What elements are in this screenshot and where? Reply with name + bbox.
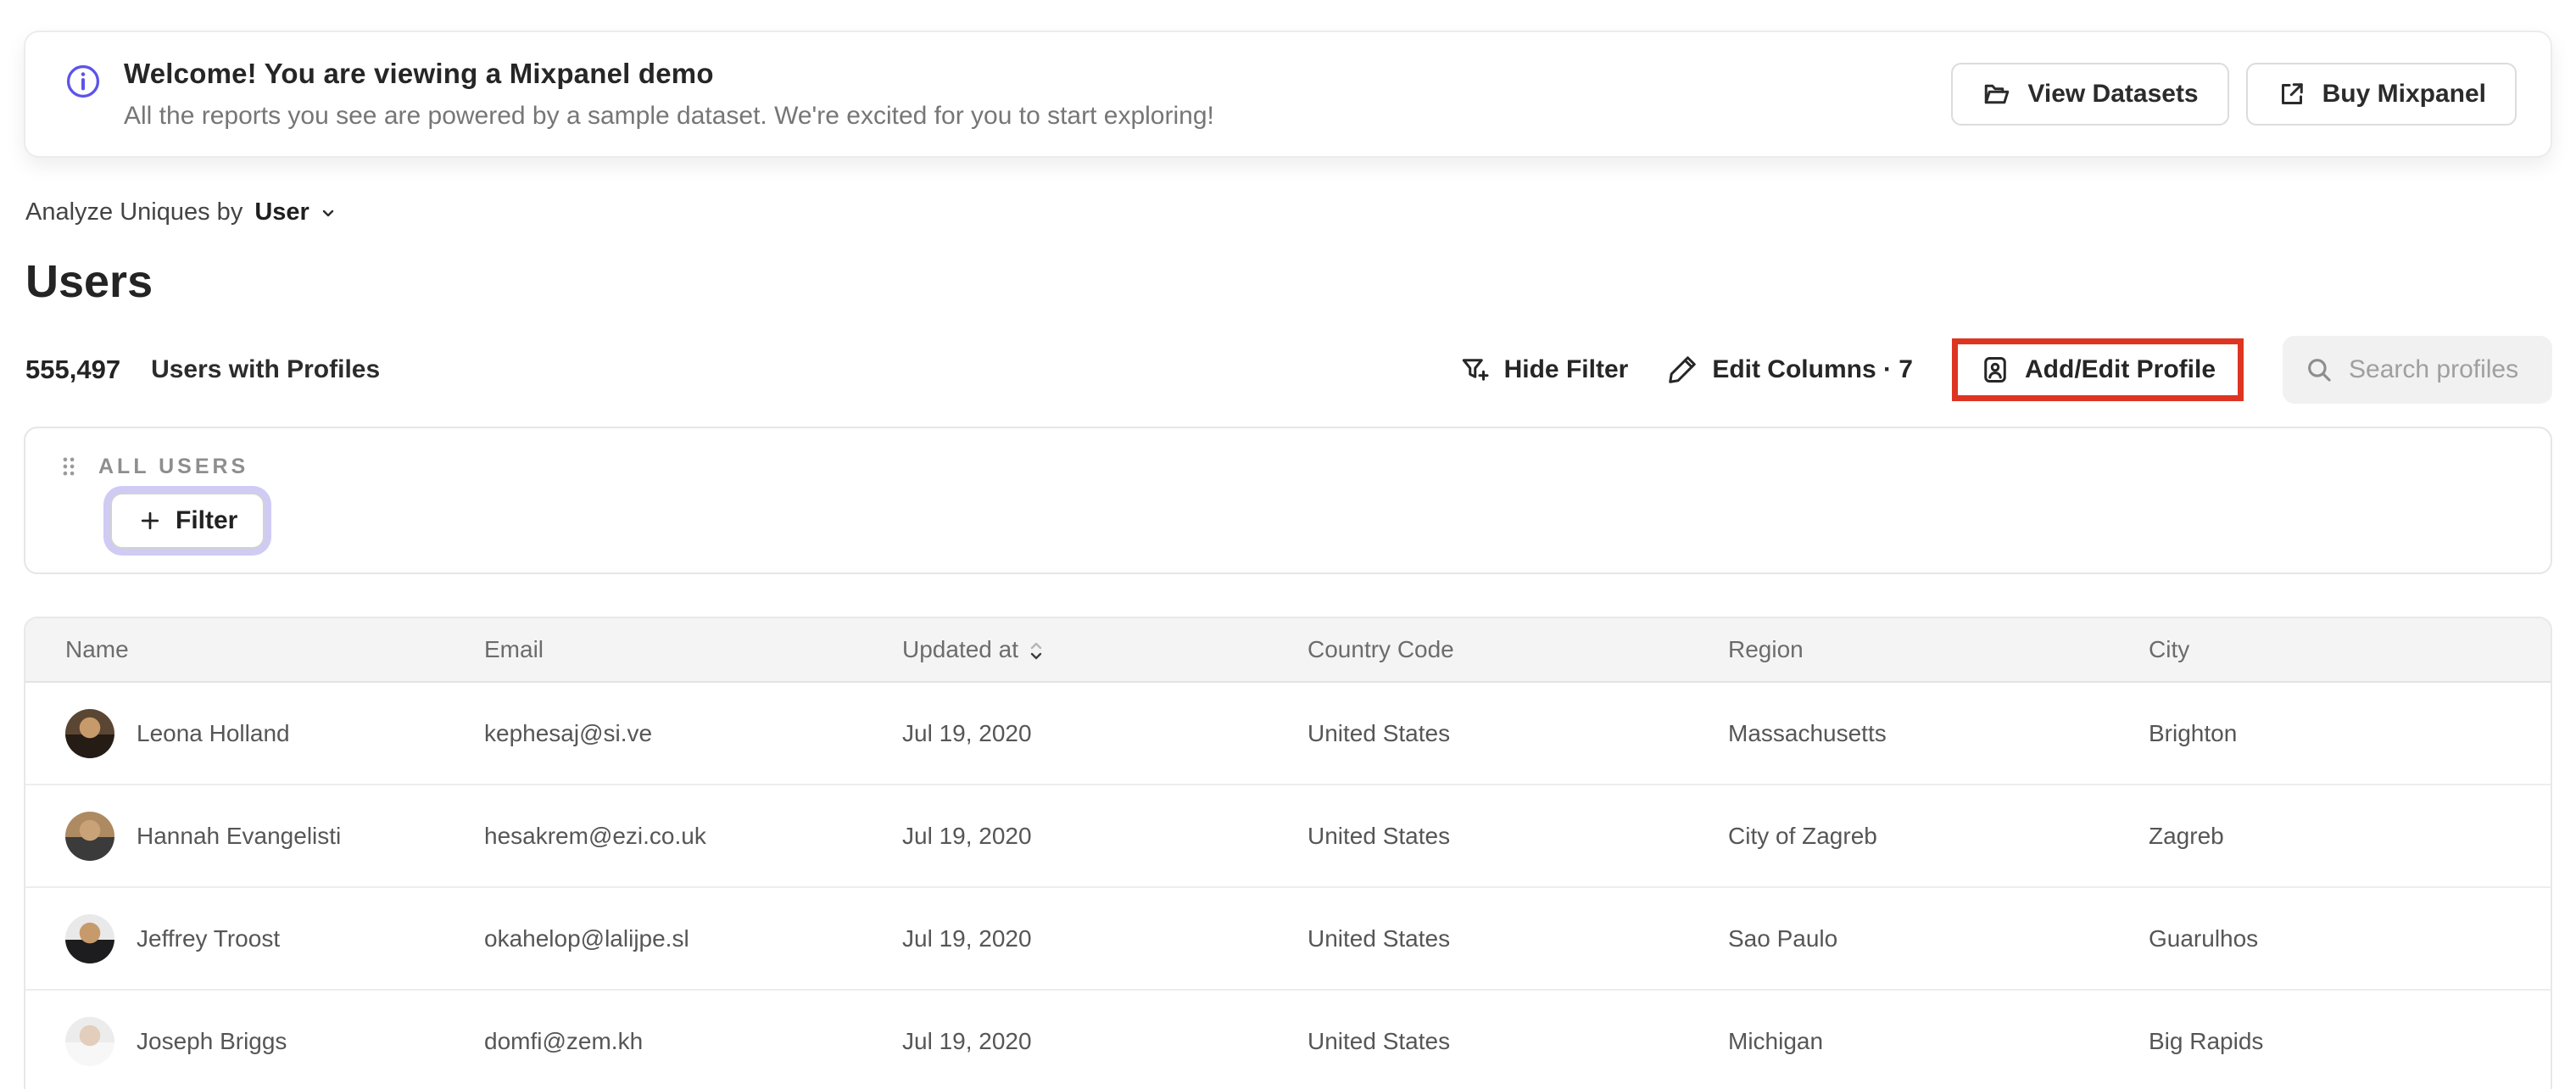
analyze-uniques-label: Analyze Uniques by — [25, 198, 243, 226]
add-edit-profile-button[interactable]: Add/Edit Profile — [1980, 355, 2216, 385]
cell-updated-at: Jul 19, 2020 — [902, 1027, 1032, 1054]
cell-region: Michigan — [1728, 1027, 1824, 1054]
search-icon — [2305, 355, 2333, 384]
avatar — [65, 708, 114, 758]
view-datasets-button[interactable]: View Datasets — [1951, 63, 2229, 126]
banner-subtitle: All the reports you see are powered by a… — [124, 102, 1214, 130]
avatar — [65, 913, 114, 963]
banner-title: Welcome! You are viewing a Mixpanel demo — [124, 58, 714, 89]
cell-email: hesakrem@ezi.co.uk — [484, 822, 706, 849]
cell-name: Leona Holland — [25, 683, 444, 784]
column-header-country-code[interactable]: Country Code — [1268, 618, 1688, 681]
cell-country-code: United States — [1308, 924, 1451, 952]
table-body: Leona Holland kephesaj@si.ve Jul 19, 202… — [25, 683, 2551, 1089]
chevron-down-icon[interactable] — [318, 203, 338, 223]
column-header-city[interactable]: City — [2109, 618, 2551, 681]
search-profiles-box[interactable] — [2283, 336, 2552, 404]
cell-country-code: United States — [1308, 1027, 1451, 1054]
profile-count-label: Users with Profiles — [151, 355, 381, 383]
folder-icon — [1982, 79, 2012, 109]
cell-name: Joseph Briggs — [25, 991, 444, 1089]
cell-city: Zagreb — [2149, 822, 2224, 849]
hide-filter-label: Hide Filter — [1503, 355, 1629, 383]
cell-country-code: United States — [1308, 719, 1451, 746]
add-filter-label: Filter — [176, 506, 238, 534]
column-header-updated-at[interactable]: Updated at — [862, 618, 1268, 681]
cell-updated-at: Jul 19, 2020 — [902, 719, 1032, 746]
cell-region: Sao Paulo — [1728, 924, 1838, 952]
buy-mixpanel-button[interactable]: Buy Mixpanel — [2245, 63, 2517, 126]
analyze-uniques-selector[interactable]: User — [254, 198, 309, 226]
profile-count-value: 555,497 — [25, 355, 121, 384]
cell-city: Brighton — [2149, 719, 2238, 746]
sort-icon[interactable] — [1029, 641, 1044, 661]
cell-city: Big Rapids — [2149, 1027, 2264, 1054]
funnel-plus-icon — [1459, 355, 1490, 385]
drag-handle-icon[interactable] — [58, 454, 80, 479]
table-header-row: Name Email Updated at Country Code Regio… — [25, 618, 2551, 683]
hide-filter-button[interactable]: Hide Filter — [1459, 355, 1629, 385]
view-datasets-label: View Datasets — [2027, 80, 2199, 108]
add-filter-button[interactable]: Filter — [110, 493, 265, 549]
info-icon — [64, 63, 102, 100]
table-row[interactable]: Joseph Briggs domfi@zem.kh Jul 19, 2020 … — [25, 991, 2551, 1089]
pencil-icon — [1667, 355, 1698, 385]
cell-country-code: United States — [1308, 822, 1451, 849]
column-header-name[interactable]: Name — [25, 618, 444, 681]
demo-banner: Welcome! You are viewing a Mixpanel demo… — [24, 31, 2552, 158]
cell-city: Guarulhos — [2149, 924, 2259, 952]
cell-email: kephesaj@si.ve — [484, 719, 653, 746]
cell-updated-at: Jul 19, 2020 — [902, 822, 1032, 849]
count-toolbar-row: 555,497 Users with Profiles Hide Filter … — [25, 333, 2552, 406]
cell-name: Jeffrey Troost — [25, 888, 444, 989]
analyze-uniques-row: Analyze Uniques by User — [25, 198, 2576, 226]
cell-region: City of Zagreb — [1728, 822, 1877, 849]
avatar — [65, 811, 114, 861]
table-row[interactable]: Jeffrey Troost okahelop@lalijpe.sl Jul 1… — [25, 888, 2551, 991]
profile-card-icon — [1980, 355, 2010, 385]
column-header-region[interactable]: Region — [1688, 618, 2109, 681]
column-header-email[interactable]: Email — [444, 618, 862, 681]
search-profiles-input[interactable] — [2349, 355, 2530, 384]
external-link-icon — [2277, 79, 2307, 109]
add-edit-profile-label: Add/Edit Profile — [2025, 355, 2216, 383]
annotation-highlight-box: Add/Edit Profile — [1952, 338, 2244, 401]
cell-region: Massachusetts — [1728, 719, 1887, 746]
edit-columns-button[interactable]: Edit Columns · 7 — [1667, 355, 1913, 385]
cell-email: okahelop@lalijpe.sl — [484, 924, 689, 952]
plus-icon — [137, 508, 163, 533]
buy-mixpanel-label: Buy Mixpanel — [2322, 80, 2486, 108]
filter-panel: ALL USERS Filter — [24, 427, 2552, 574]
filter-group-label: ALL USERS — [98, 454, 249, 478]
edit-columns-label: Edit Columns · 7 — [1712, 355, 1913, 383]
table-row[interactable]: Leona Holland kephesaj@si.ve Jul 19, 202… — [25, 683, 2551, 785]
cell-name: Hannah Evangelisti — [25, 785, 444, 886]
page-title: Users — [25, 256, 153, 307]
table-row[interactable]: Hannah Evangelisti hesakrem@ezi.co.uk Ju… — [25, 785, 2551, 888]
avatar — [65, 1016, 114, 1066]
cell-updated-at: Jul 19, 2020 — [902, 924, 1032, 952]
cell-email: domfi@zem.kh — [484, 1027, 644, 1054]
users-table: Name Email Updated at Country Code Regio… — [24, 617, 2552, 1089]
